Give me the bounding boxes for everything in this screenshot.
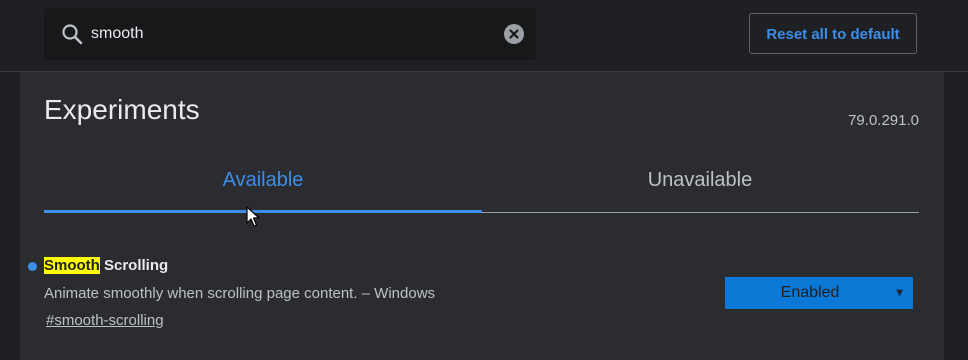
search-input[interactable]: smooth: [91, 8, 143, 60]
page-title: Experiments: [44, 94, 200, 125]
tab-available[interactable]: Available: [44, 154, 482, 213]
experiment-permalink[interactable]: #smooth-scrolling: [46, 312, 164, 329]
top-bar: smooth Reset all to default: [0, 0, 968, 72]
modified-indicator-dot: [28, 262, 37, 271]
select-value: Enabled: [780, 284, 840, 301]
experiment-item: Smooth Scrolling Animate smoothly when s…: [20, 252, 944, 342]
chevron-down-icon: ▼: [894, 287, 905, 299]
experiment-title: Smooth Scrolling: [44, 257, 168, 274]
close-icon[interactable]: [504, 24, 524, 44]
tab-bar: Available Unavailable: [44, 154, 919, 213]
reset-all-button[interactable]: Reset all to default: [749, 13, 917, 54]
tab-unavailable[interactable]: Unavailable: [481, 154, 919, 211]
experiment-description: Animate smoothly when scrolling page con…: [44, 285, 436, 302]
experiment-state-select[interactable]: Enabled ▼: [725, 277, 913, 309]
search-icon: [60, 22, 84, 46]
version-label: 79.0.291.0: [848, 112, 919, 129]
search-highlight: Smooth: [44, 257, 100, 274]
mouse-cursor-icon: [246, 206, 260, 228]
experiments-panel: Experiments 79.0.291.0 Available Unavail…: [20, 72, 944, 360]
experiment-title-rest: Scrolling: [99, 257, 169, 274]
search-field[interactable]: smooth: [44, 8, 536, 60]
